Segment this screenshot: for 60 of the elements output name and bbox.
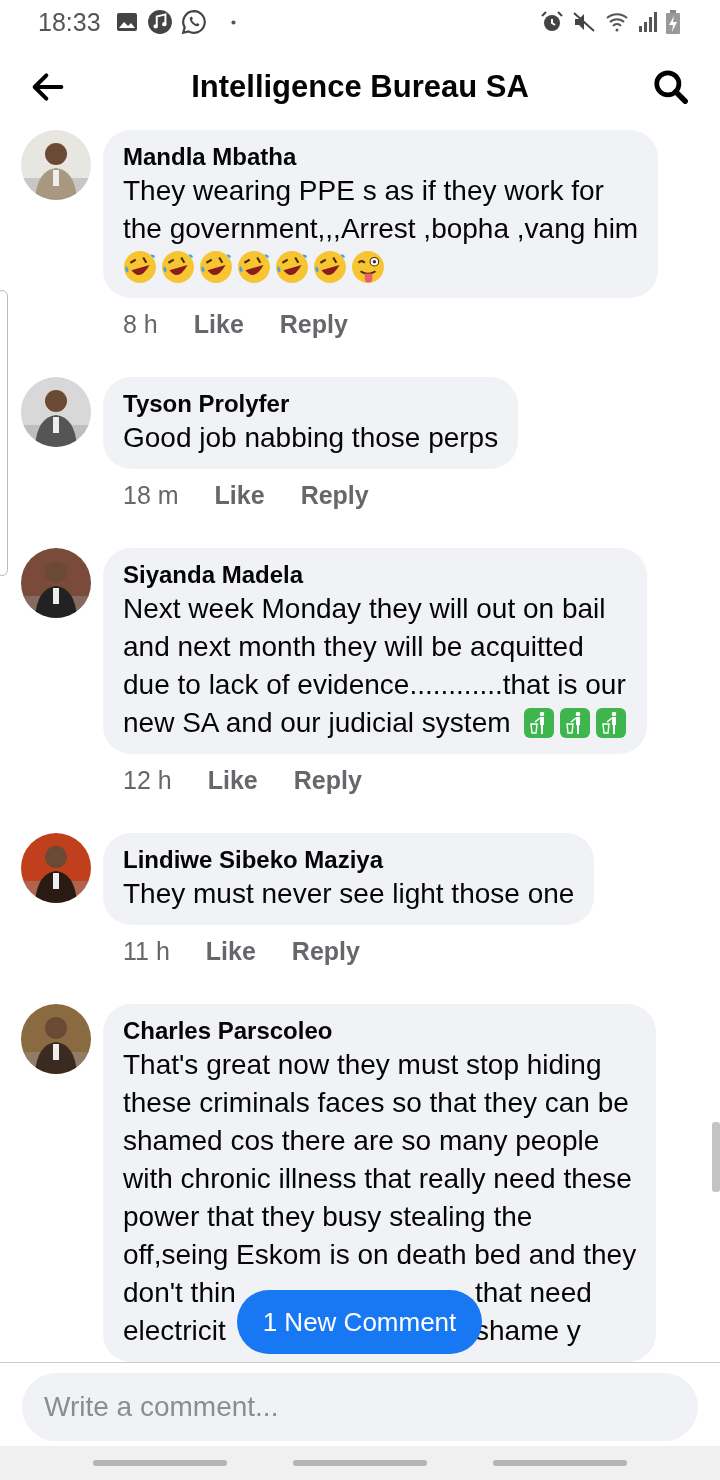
comment-text: Good job nabbing those perps	[123, 421, 499, 455]
laughing-face-icon	[237, 250, 271, 284]
comment-author[interactable]: Charles Parscoleo	[123, 1016, 637, 1046]
litter-sign-icon	[558, 707, 591, 739]
comment-author[interactable]: Siyanda Madela	[123, 560, 627, 590]
comment-author[interactable]: Mandla Mbatha	[123, 142, 639, 172]
nav-handle[interactable]	[93, 1460, 227, 1466]
comment-text: power that they busy stealing the	[123, 1200, 533, 1234]
comment-text: and next month they will be acquitted	[123, 630, 584, 664]
comment-time: 18 m	[123, 481, 179, 510]
reply-link[interactable]: Reply	[279, 310, 348, 339]
comment-text: don't thin	[123, 1276, 236, 1310]
comment-text: new SA and our judicial system	[123, 706, 511, 740]
like-link[interactable]: Like	[205, 937, 256, 966]
search-icon[interactable]	[652, 68, 690, 106]
comment-text: these criminals faces so that they can be	[123, 1086, 629, 1120]
comment-author[interactable]: Lindiwe Sibeko Maziya	[123, 845, 575, 875]
comment-time: 11 h	[123, 937, 170, 966]
like-link[interactable]: Like	[214, 481, 265, 510]
laughing-face-icon	[313, 250, 347, 284]
music-icon	[146, 9, 173, 35]
laughing-face-icon	[123, 250, 157, 284]
comment-author[interactable]: Tyson Prolyfer	[123, 389, 499, 419]
litter-sign-icon	[594, 707, 627, 739]
gallery-icon	[114, 10, 139, 34]
comment-time: 12 h	[123, 766, 172, 795]
laughing-face-icon	[199, 250, 233, 284]
comment-text: the government,,,Arrest ,bopha ,vang him	[123, 212, 639, 246]
comment-text: shamed cos there are so many people	[123, 1124, 600, 1158]
laughing-face-icon	[161, 250, 195, 284]
scroll-bar	[712, 1122, 720, 1192]
comment-text: They must never see light those one	[123, 877, 575, 911]
comment-text: due to lack of evidence............that is our	[123, 668, 626, 702]
signal-icon	[638, 10, 658, 34]
comment-text: with chronic illness that really need these	[123, 1162, 632, 1196]
reply-link[interactable]: Reply	[293, 766, 362, 795]
alarm-icon	[540, 10, 564, 34]
comment-text: electricit	[123, 1314, 226, 1348]
page-title: Intelligence Bureau SA	[191, 69, 529, 105]
nav-handle[interactable]	[493, 1460, 627, 1466]
laughing-face-icon	[275, 250, 309, 284]
comment-input-field[interactable]: Write a comment...	[22, 1373, 698, 1441]
like-link[interactable]: Like	[193, 310, 244, 339]
comment-text: off,seing Eskom is on death bed and they	[123, 1238, 637, 1272]
like-link[interactable]: Like	[207, 766, 258, 795]
litter-sign-icon	[522, 707, 555, 739]
comment-text: That's great now they must stop hiding	[123, 1048, 602, 1082]
status-time: 18:33	[38, 7, 101, 37]
wifi-icon	[604, 10, 630, 34]
chat-icon	[180, 9, 207, 35]
comment-text: They wearing PPE s as if they work for	[123, 174, 604, 208]
nav-handle[interactable]	[293, 1460, 427, 1466]
comment-text: Next week Monday they will out on bail	[123, 592, 606, 626]
mute-icon	[572, 10, 596, 34]
reply-link[interactable]: Reply	[300, 481, 369, 510]
reply-link[interactable]: Reply	[291, 937, 360, 966]
notification-dot-icon	[230, 19, 236, 25]
battery-icon	[666, 10, 680, 34]
comment-time: 8 h	[123, 310, 158, 339]
winking-face-icon	[351, 250, 385, 284]
